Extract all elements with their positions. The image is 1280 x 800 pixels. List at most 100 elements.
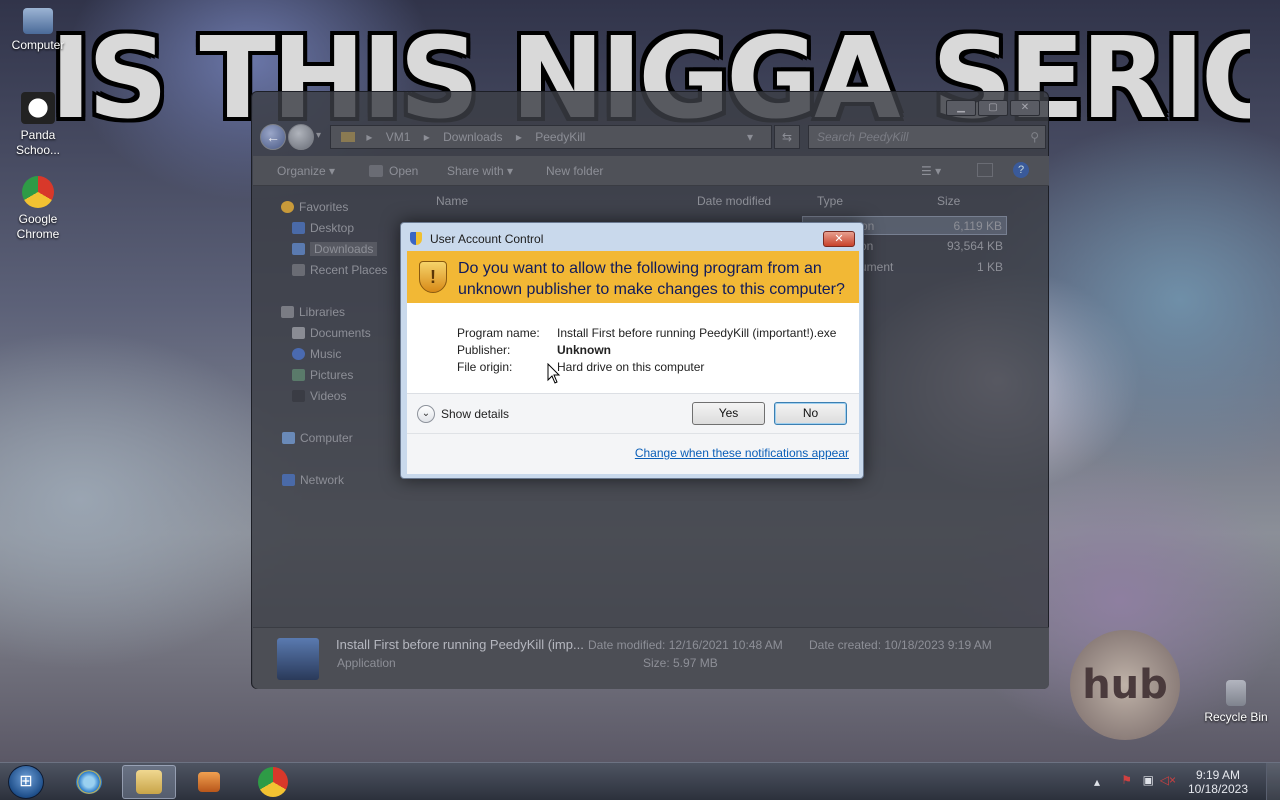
nav-libraries[interactable]: Libraries xyxy=(281,305,346,319)
nav-music-label: Music xyxy=(310,347,342,361)
uac-question: Do you want to allow the following progr… xyxy=(458,260,845,298)
internet-explorer-icon xyxy=(76,770,102,794)
action-center-flag-icon[interactable]: ⚑ xyxy=(1121,773,1132,787)
details-date-created: Date created: 10/18/2023 9:19 AM xyxy=(809,638,992,652)
folder-icon xyxy=(136,770,162,794)
details-filetype: Application xyxy=(337,656,396,670)
desktop-icon-label: Google Chrome xyxy=(16,212,60,241)
minimize-button[interactable]: ▁ xyxy=(946,100,976,116)
desktop-icon xyxy=(292,222,305,234)
start-button[interactable]: ⊞ xyxy=(8,765,44,799)
nav-favorites[interactable]: Favorites xyxy=(281,200,349,214)
clock-time: 9:19 AM xyxy=(1195,768,1240,782)
forward-button[interactable] xyxy=(288,124,314,150)
breadcrumb-separator-icon: ▸ xyxy=(515,130,522,144)
nav-desktop[interactable]: Desktop xyxy=(292,221,355,235)
network-icon[interactable]: ▣ xyxy=(1143,773,1154,787)
address-bar[interactable]: ▸ VM1 ▸ Downloads ▸ PeedyKill ▾ xyxy=(330,125,772,149)
taskbar-media-player[interactable] xyxy=(182,765,236,799)
nav-recent-places-label: Recent Places xyxy=(310,263,388,277)
refresh-button[interactable]: ⇆ xyxy=(774,125,800,149)
column-header-size[interactable]: Size xyxy=(937,194,960,208)
desktop-icon-panda[interactable]: Panda Schoo... xyxy=(2,92,74,158)
breadcrumb-downloads[interactable]: Downloads xyxy=(443,130,502,144)
nav-videos-label: Videos xyxy=(310,389,347,403)
chevron-down-icon: ⌄ xyxy=(417,405,435,423)
column-header-date-modified[interactable]: Date modified xyxy=(697,194,771,208)
breadcrumb-peedykill[interactable]: PeedyKill xyxy=(535,130,585,144)
recent-places-icon xyxy=(292,264,305,276)
nav-desktop-label: Desktop xyxy=(310,221,355,235)
volume-muted-icon[interactable]: ◁× xyxy=(1160,773,1176,787)
nav-music[interactable]: Music xyxy=(292,347,342,361)
change-notifications-link[interactable]: Change when these notifications appear xyxy=(635,446,849,460)
desktop-icon-label: Recycle Bin xyxy=(1204,710,1268,724)
taskbar-file-explorer[interactable] xyxy=(122,765,176,799)
organize-button[interactable]: Organize ▾ xyxy=(277,164,335,178)
application-icon xyxy=(277,638,319,680)
back-arrow-icon: ← xyxy=(266,129,280,145)
desktop-icon-recycle-bin[interactable]: Recycle Bin xyxy=(1200,680,1272,725)
nav-libraries-label: Libraries xyxy=(299,305,346,319)
open-button[interactable]: Open xyxy=(389,164,418,178)
desktop-icon-chrome[interactable]: Google Chrome xyxy=(2,176,74,242)
preview-pane-icon[interactable] xyxy=(977,163,993,177)
search-input[interactable]: Search PeedyKill ⚲ xyxy=(808,125,1046,149)
taskbar-internet-explorer[interactable] xyxy=(62,765,116,799)
window-caption-buttons: ▁ ▢ ✕ xyxy=(946,100,1040,116)
media-player-icon xyxy=(198,772,220,792)
search-icon: ⚲ xyxy=(1030,130,1039,144)
taskbar-clock[interactable]: 9:19 AM 10/18/2023 xyxy=(1188,768,1248,796)
desktop-icon-label: Computer xyxy=(11,38,65,52)
nav-documents[interactable]: Documents xyxy=(292,326,371,340)
desktop-icon-computer[interactable]: Computer xyxy=(2,8,74,53)
nav-recent-places[interactable]: Recent Places xyxy=(292,263,388,277)
nav-computer[interactable]: Computer xyxy=(282,431,353,445)
recent-pages-dropdown[interactable]: ▾ xyxy=(316,130,321,141)
publisher-value: Unknown xyxy=(557,343,611,357)
nav-pictures[interactable]: Pictures xyxy=(292,368,354,382)
uac-title: User Account Control xyxy=(430,232,544,246)
close-button[interactable]: ✕ xyxy=(1010,100,1040,116)
details-date-modified: Date modified: 12/16/2021 10:48 AM xyxy=(588,638,783,652)
nav-videos[interactable]: Videos xyxy=(292,389,347,403)
recycle-bin-icon xyxy=(1226,680,1246,706)
no-button[interactable]: No xyxy=(774,402,847,425)
footer-divider xyxy=(407,433,859,434)
row-size: 6,119 KB xyxy=(953,219,1002,233)
refresh-icon: ⇆ xyxy=(781,130,793,144)
row-type: ument xyxy=(860,260,894,274)
nav-pictures-label: Pictures xyxy=(310,368,354,382)
maximize-button[interactable]: ▢ xyxy=(978,100,1008,116)
publisher-label: Publisher: xyxy=(457,343,511,357)
column-header-name[interactable]: Name xyxy=(436,194,468,208)
new-folder-button[interactable]: New folder xyxy=(546,164,603,178)
nav-favorites-label: Favorites xyxy=(299,200,349,214)
close-icon: ✕ xyxy=(834,233,844,245)
show-desktop-button[interactable] xyxy=(1266,763,1280,800)
nav-network-label: Network xyxy=(300,473,345,487)
nav-downloads[interactable]: Downloads xyxy=(292,242,378,256)
view-options-icon[interactable]: ☰ ▾ xyxy=(921,164,941,178)
breadcrumb-vm1[interactable]: VM1 xyxy=(386,130,411,144)
show-details-toggle[interactable]: ⌄ Show details xyxy=(417,405,509,423)
documents-icon xyxy=(292,327,305,339)
open-icon xyxy=(369,165,383,177)
nav-network[interactable]: Network xyxy=(282,473,345,487)
address-dropdown-icon[interactable]: ▾ xyxy=(747,126,753,148)
taskbar-chrome[interactable] xyxy=(246,765,300,799)
share-with-button[interactable]: Share with ▾ xyxy=(447,164,513,178)
breadcrumb-separator-icon: ▸ xyxy=(366,130,373,144)
uac-close-button[interactable]: ✕ xyxy=(823,231,855,247)
search-placeholder: Search PeedyKill xyxy=(817,130,909,144)
column-header-type[interactable]: Type xyxy=(817,194,843,208)
row-size: 1 KB xyxy=(976,260,1003,274)
nav-downloads-label: Downloads xyxy=(314,242,374,256)
tray-expand-icon[interactable]: ▴ xyxy=(1094,775,1100,789)
yes-button[interactable]: Yes xyxy=(692,402,765,425)
details-filename: Install First before running PeedyKill (… xyxy=(336,637,584,652)
computer-icon xyxy=(282,432,295,444)
desktop-icon-label: Panda Schoo... xyxy=(15,128,61,157)
back-button[interactable]: ← xyxy=(260,124,286,150)
help-icon[interactable]: ? xyxy=(1013,162,1029,178)
